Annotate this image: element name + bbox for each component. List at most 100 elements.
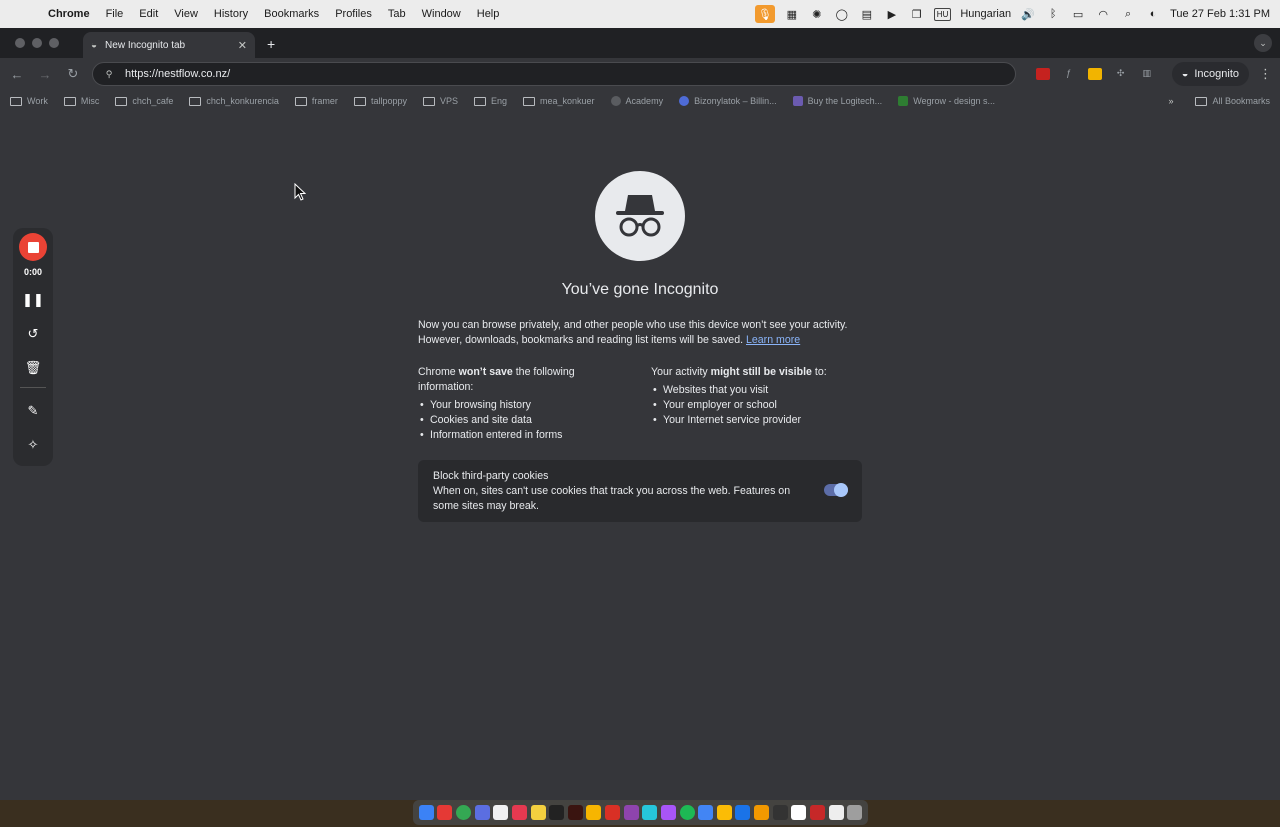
- tab-search-chevron-icon[interactable]: ⌄: [1254, 34, 1272, 52]
- draw-button[interactable]: ✎: [28, 400, 39, 422]
- spotify-icon[interactable]: [679, 805, 695, 820]
- address-url[interactable]: https://nestflow.co.nz/: [125, 68, 230, 80]
- bookmarks-overflow-icon[interactable]: »: [1168, 96, 1173, 106]
- app-cyan-icon[interactable]: [642, 805, 658, 820]
- app-yellow-icon[interactable]: [586, 805, 602, 820]
- finder-icon[interactable]: [418, 805, 434, 820]
- notes-icon[interactable]: [530, 805, 546, 820]
- bookmark-folder[interactable]: framer: [294, 96, 338, 106]
- reload-button[interactable]: ↻: [64, 66, 82, 82]
- pause-recording-button[interactable]: ❚❚: [22, 289, 44, 311]
- bookmark-folder[interactable]: chch_konkurencia: [189, 96, 279, 106]
- window-manager-icon[interactable]: ▦: [784, 7, 800, 21]
- calendar-icon[interactable]: [791, 805, 807, 820]
- menu-kebab-icon[interactable]: ⋮: [1259, 66, 1272, 82]
- datetime[interactable]: Tue 27 Feb 1:31 PM: [1170, 8, 1270, 20]
- close-tab-icon[interactable]: ✕: [238, 39, 247, 52]
- heading-suffix: to:: [811, 366, 827, 378]
- app-purple-icon[interactable]: [623, 805, 639, 820]
- close-window-button[interactable]: [15, 38, 25, 48]
- bookmark-folder[interactable]: Work: [10, 96, 48, 106]
- menu-edit[interactable]: Edit: [131, 8, 166, 20]
- app-red2-icon[interactable]: [809, 805, 825, 820]
- menu-tab[interactable]: Tab: [380, 8, 414, 20]
- bookmark-folder[interactable]: chch_cafe: [115, 96, 173, 106]
- play-icon[interactable]: ▶: [884, 7, 900, 21]
- menu-bookmarks[interactable]: Bookmarks: [256, 8, 327, 20]
- extension-yellow-icon[interactable]: [1087, 68, 1102, 80]
- screens-icon[interactable]: ❐: [909, 7, 925, 21]
- spotlight-search-icon[interactable]: ⌕: [1120, 7, 1136, 21]
- chrome-icon[interactable]: [456, 805, 472, 820]
- maps-icon[interactable]: [716, 805, 732, 820]
- menu-file[interactable]: File: [98, 8, 132, 20]
- input-source-label[interactable]: Hungarian: [960, 8, 1011, 20]
- app-violet-icon[interactable]: [660, 805, 676, 820]
- bookmark-folder[interactable]: mea_konkuer: [523, 96, 595, 106]
- site-info-icon[interactable]: ⚲: [103, 68, 115, 80]
- menu-app-name[interactable]: Chrome: [40, 8, 98, 20]
- app-dark-icon[interactable]: [549, 805, 565, 820]
- app-pink-icon[interactable]: [511, 805, 527, 820]
- bookmark-folder[interactable]: VPS: [422, 96, 458, 106]
- incognito-profile-chip[interactable]: ◒ Incognito: [1171, 62, 1250, 86]
- illustrator-icon[interactable]: [567, 805, 583, 820]
- app-white-icon[interactable]: [493, 805, 509, 820]
- bluetooth-icon[interactable]: ᛒ: [1045, 7, 1061, 21]
- app-black-icon[interactable]: [772, 805, 788, 820]
- app-orange-icon[interactable]: [754, 805, 770, 820]
- keyboard-icon[interactable]: ▤: [859, 7, 875, 21]
- input-source-badge[interactable]: HU: [933, 7, 952, 21]
- menu-profiles[interactable]: Profiles: [327, 8, 380, 20]
- list-item: Your Internet service provider: [651, 413, 871, 428]
- brightness-icon[interactable]: ✺: [809, 7, 825, 21]
- zoom-window-button[interactable]: [49, 38, 59, 48]
- stop-recording-button[interactable]: [19, 233, 47, 261]
- address-bar[interactable]: ⚲ https://nestflow.co.nz/: [92, 62, 1016, 86]
- effects-button[interactable]: ✧: [28, 434, 39, 456]
- app-light-icon[interactable]: [828, 805, 844, 820]
- menu-help[interactable]: Help: [469, 8, 508, 20]
- restart-icon: ↺: [27, 326, 39, 341]
- battery-icon[interactable]: ▭: [1070, 7, 1086, 21]
- back-button[interactable]: ←: [8, 67, 26, 82]
- delete-recording-button[interactable]: 🗑: [25, 357, 42, 379]
- control-center-icon[interactable]: ◐: [1145, 7, 1161, 21]
- side-panel-icon[interactable]: ▥: [1140, 68, 1154, 80]
- all-bookmarks[interactable]: All Bookmarks: [1195, 96, 1270, 106]
- wifi-icon[interactable]: ◠: [1095, 7, 1111, 21]
- app-red-icon[interactable]: [437, 805, 453, 820]
- learn-more-link[interactable]: Learn more: [746, 334, 800, 346]
- extensions-puzzle-icon[interactable]: ✣: [1114, 68, 1128, 80]
- minimize-window-button[interactable]: [32, 38, 42, 48]
- bookmark-label: Buy the Logitech...: [807, 96, 883, 106]
- menu-history[interactable]: History: [206, 8, 256, 20]
- tab-new-incognito[interactable]: ◒ New Incognito tab ✕: [83, 32, 255, 58]
- bookmark-folder[interactable]: Misc: [63, 96, 99, 106]
- menu-window[interactable]: Window: [414, 8, 469, 20]
- trash-icon[interactable]: [847, 805, 863, 820]
- bookmark-folder[interactable]: tallpoppy: [353, 96, 407, 106]
- heading-prefix: Chrome: [418, 366, 459, 378]
- bookmark-folder[interactable]: Eng: [473, 96, 507, 106]
- app-blue2-icon[interactable]: [698, 805, 714, 820]
- app-blue-icon[interactable]: [474, 805, 490, 820]
- bookmark-site[interactable]: Buy the Logitech...: [792, 96, 883, 106]
- app-blue3-icon[interactable]: [735, 805, 751, 820]
- new-tab-button[interactable]: +: [255, 36, 287, 58]
- forward-button[interactable]: →: [36, 67, 54, 82]
- acrobat-icon[interactable]: [605, 805, 621, 820]
- bookmark-site[interactable]: Academy: [610, 96, 663, 106]
- bookmark-site[interactable]: Bizonylatok – Billin...: [679, 96, 777, 106]
- restart-recording-button[interactable]: ↺: [28, 323, 39, 345]
- bookmark-site[interactable]: Wegrow - design s...: [898, 96, 995, 106]
- extension-function-icon[interactable]: ƒ: [1062, 68, 1076, 80]
- chat-icon[interactable]: ◯: [834, 7, 850, 21]
- volume-icon[interactable]: 🔊: [1020, 7, 1036, 21]
- menu-view[interactable]: View: [166, 8, 206, 20]
- tab-title: New Incognito tab: [105, 39, 186, 51]
- microphone-icon[interactable]: 🎙: [754, 5, 775, 23]
- extension-red-icon[interactable]: [1035, 68, 1050, 80]
- mouse-cursor-icon: [294, 183, 306, 201]
- block-cookies-toggle[interactable]: [824, 483, 848, 497]
